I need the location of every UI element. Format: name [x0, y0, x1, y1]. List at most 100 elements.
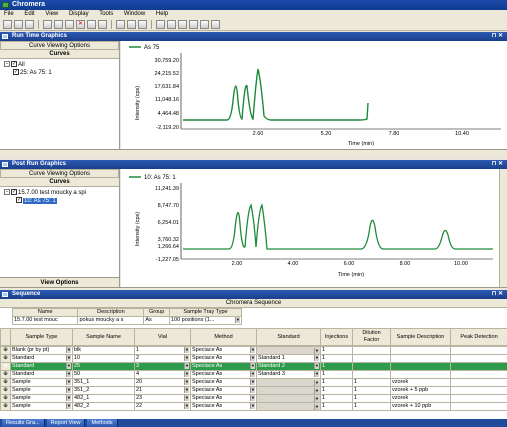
table-cell[interactable]: Standard ▼: [10, 370, 73, 379]
pin-icon[interactable]: ⊓ ✕: [492, 32, 503, 41]
table-cell[interactable]: vzorek + 5 ppb: [390, 386, 451, 395]
table-cell[interactable]: [390, 370, 451, 379]
table-cell[interactable]: [450, 402, 507, 411]
table-cell[interactable]: 1: [320, 378, 353, 387]
dropdown-icon[interactable]: ▼: [250, 363, 255, 369]
table-cell[interactable]: 1 ▼: [134, 346, 191, 355]
dropdown-icon[interactable]: ▼: [314, 387, 319, 394]
menu-window[interactable]: Window: [124, 11, 145, 17]
redo-icon[interactable]: [98, 20, 107, 29]
column-header[interactable]: Dilution Factor: [352, 328, 391, 346]
tree-root-label[interactable]: All: [18, 62, 25, 68]
pin-icon[interactable]: ⊓ ✕: [492, 160, 503, 169]
column-header[interactable]: Sample Type: [10, 328, 73, 346]
menu-edit[interactable]: Edit: [24, 11, 34, 17]
column-header[interactable]: Injections: [320, 328, 353, 346]
new-icon[interactable]: [3, 20, 12, 29]
dropdown-icon[interactable]: ▼: [66, 395, 71, 401]
dropdown-icon[interactable]: ▼: [250, 379, 255, 385]
table-cell[interactable]: ▼: [256, 394, 321, 403]
dropdown-icon[interactable]: ▼: [250, 395, 255, 401]
table-cell[interactable]: [450, 378, 507, 387]
table-cell[interactable]: Sample ▼: [10, 402, 73, 411]
sequence-group-field[interactable]: As: [143, 316, 170, 325]
table-cell[interactable]: 22 ▼: [134, 402, 191, 411]
dropdown-icon[interactable]: ▼: [250, 355, 255, 361]
table-cell[interactable]: Speciace As ▼: [190, 362, 257, 371]
table-cell[interactable]: Sample ▼: [10, 386, 73, 395]
column-header[interactable]: Peak Detection: [450, 328, 507, 346]
tree-child-label[interactable]: 10: As 75: 1: [23, 198, 57, 204]
table-cell[interactable]: [390, 354, 451, 363]
zoom-icon[interactable]: [138, 20, 147, 29]
table-cell[interactable]: 4 ▼: [134, 370, 191, 379]
table-cell[interactable]: vzorek: [390, 378, 451, 387]
table-cell[interactable]: 1: [320, 402, 353, 411]
dropdown-icon[interactable]: ▼: [314, 403, 319, 410]
table-cell[interactable]: 351_1: [72, 378, 135, 387]
dropdown-icon[interactable]: ▼: [314, 347, 319, 354]
dropdown-icon[interactable]: ▼: [314, 371, 319, 377]
run-icon[interactable]: [156, 20, 165, 29]
row-selector-icon[interactable]: ⊕: [0, 354, 11, 363]
table-cell[interactable]: 2 ▼: [134, 354, 191, 363]
sample-tray-type-select[interactable]: 100 positions (1... ▼: [168, 316, 243, 325]
menu-view[interactable]: View: [45, 11, 58, 17]
preview-icon[interactable]: [127, 20, 136, 29]
table-cell[interactable]: [352, 370, 391, 379]
paste-icon[interactable]: [65, 20, 74, 29]
dropdown-icon[interactable]: ▼: [184, 403, 189, 409]
table-cell[interactable]: Standard ▼: [10, 362, 73, 371]
table-cell[interactable]: 25: [72, 362, 135, 371]
dropdown-icon[interactable]: ▼: [250, 403, 255, 409]
table-cell[interactable]: blk: [72, 346, 135, 355]
table-cell[interactable]: Speciace As ▼: [190, 370, 257, 379]
taskbar-results-button[interactable]: Results Gra...: [2, 419, 45, 427]
dropdown-icon[interactable]: ▼: [250, 347, 255, 353]
table-cell[interactable]: [390, 362, 451, 371]
table-cell[interactable]: Speciace As ▼: [190, 386, 257, 395]
copy-icon[interactable]: [54, 20, 63, 29]
table-cell[interactable]: 482_1: [72, 394, 135, 403]
table-cell[interactable]: [390, 346, 451, 355]
dropdown-icon[interactable]: ▼: [66, 355, 71, 361]
delete-icon[interactable]: ✕: [76, 20, 85, 29]
report-icon[interactable]: [200, 20, 209, 29]
tree-root-label[interactable]: 15.7.00 test moucky a spi: [18, 190, 86, 196]
dropdown-icon[interactable]: ▼: [184, 387, 189, 393]
menu-help[interactable]: Help: [156, 11, 168, 17]
table-cell[interactable]: Speciace As ▼: [190, 402, 257, 411]
menu-tools[interactable]: Tools: [99, 11, 113, 17]
row-selector-icon[interactable]: ⊕: [0, 370, 11, 379]
table-cell[interactable]: 1: [352, 386, 391, 395]
row-selector-icon[interactable]: ⊕: [0, 402, 11, 411]
table-cell[interactable]: Standard 3 ▼: [256, 370, 321, 379]
column-header[interactable]: Sample Description: [390, 328, 451, 346]
view-options-button[interactable]: View Options: [0, 277, 119, 287]
cut-icon[interactable]: [43, 20, 52, 29]
undo-icon[interactable]: [87, 20, 96, 29]
table-cell[interactable]: Standard 2 ▼: [256, 362, 321, 371]
graph-icon[interactable]: [178, 20, 187, 29]
table-cell[interactable]: 1: [352, 402, 391, 411]
open-icon[interactable]: [14, 20, 23, 29]
table-cell[interactable]: vzorek + 10 ppb: [390, 402, 451, 411]
table-cell[interactable]: 1: [320, 386, 353, 395]
table-cell[interactable]: 1: [320, 394, 353, 403]
curve-viewing-options-button[interactable]: Curve Viewing Options: [0, 169, 119, 178]
table-cell[interactable]: 20 ▼: [134, 378, 191, 387]
dropdown-icon[interactable]: ▼: [314, 355, 319, 361]
table-cell[interactable]: ▼: [256, 378, 321, 387]
dropdown-icon[interactable]: ▼: [184, 355, 189, 361]
checkbox-icon[interactable]: ✓: [13, 69, 19, 76]
table-cell[interactable]: 50: [72, 370, 135, 379]
row-selector-icon[interactable]: ⊕: [0, 346, 11, 355]
table-cell[interactable]: [352, 354, 391, 363]
table-cell[interactable]: ▼: [256, 386, 321, 395]
table-cell[interactable]: 1: [320, 346, 353, 355]
dropdown-icon[interactable]: ▼: [184, 395, 189, 401]
table-cell[interactable]: 21 ▼: [134, 386, 191, 395]
table-row[interactable]: ⊕ Sample ▼ 351_2 21 ▼ Speciace As ▼ ▼ 1 1 vzorek + …: [0, 386, 507, 395]
sequence-description-field[interactable]: pokus moucky a s: [77, 316, 145, 325]
dropdown-icon[interactable]: ▼: [184, 363, 189, 369]
